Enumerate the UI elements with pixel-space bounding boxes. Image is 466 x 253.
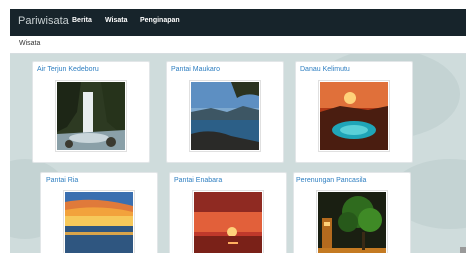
- nav-link-berita[interactable]: Berita: [72, 17, 92, 24]
- destination-card[interactable]: Air Terjun Kedeboru: [32, 61, 150, 163]
- destination-card[interactable]: Pantai Ria: [40, 172, 158, 253]
- breadcrumb-current: Wisata: [19, 40, 41, 47]
- page-background: Pariwisata Berita Wisata Penginapan Wisa…: [10, 9, 466, 253]
- card-title[interactable]: Air Terjun Kedeboru: [37, 66, 99, 73]
- card-title[interactable]: Pantai Ria: [46, 177, 78, 184]
- destination-card[interactable]: Pantai Maukaro: [166, 61, 284, 163]
- coast-image[interactable]: [189, 80, 261, 152]
- breadcrumb: Wisata: [10, 36, 466, 54]
- destination-card[interactable]: Perenungan Pancasila: [293, 172, 411, 253]
- card-title[interactable]: Perenungan Pancasila: [296, 177, 366, 184]
- crater-lake-image[interactable]: [318, 80, 390, 152]
- red-sunset-image[interactable]: [192, 190, 264, 253]
- sunset-sea-image[interactable]: [63, 190, 135, 253]
- scrollbar-corner[interactable]: [460, 247, 466, 253]
- waterfall-image[interactable]: [55, 80, 127, 152]
- card-title[interactable]: Pantai Maukaro: [171, 66, 220, 73]
- tree-monument-image[interactable]: [316, 190, 388, 253]
- destination-card[interactable]: Pantai Enabara: [169, 172, 287, 253]
- top-navbar: Pariwisata Berita Wisata Penginapan: [10, 9, 466, 36]
- card-title[interactable]: Danau Kelimutu: [300, 66, 350, 73]
- brand-link[interactable]: Pariwisata: [18, 15, 69, 27]
- destination-card[interactable]: Danau Kelimutu: [295, 61, 413, 163]
- nav-link-wisata[interactable]: Wisata: [105, 17, 128, 24]
- nav-link-penginapan[interactable]: Penginapan: [140, 17, 180, 24]
- card-title[interactable]: Pantai Enabara: [174, 177, 222, 184]
